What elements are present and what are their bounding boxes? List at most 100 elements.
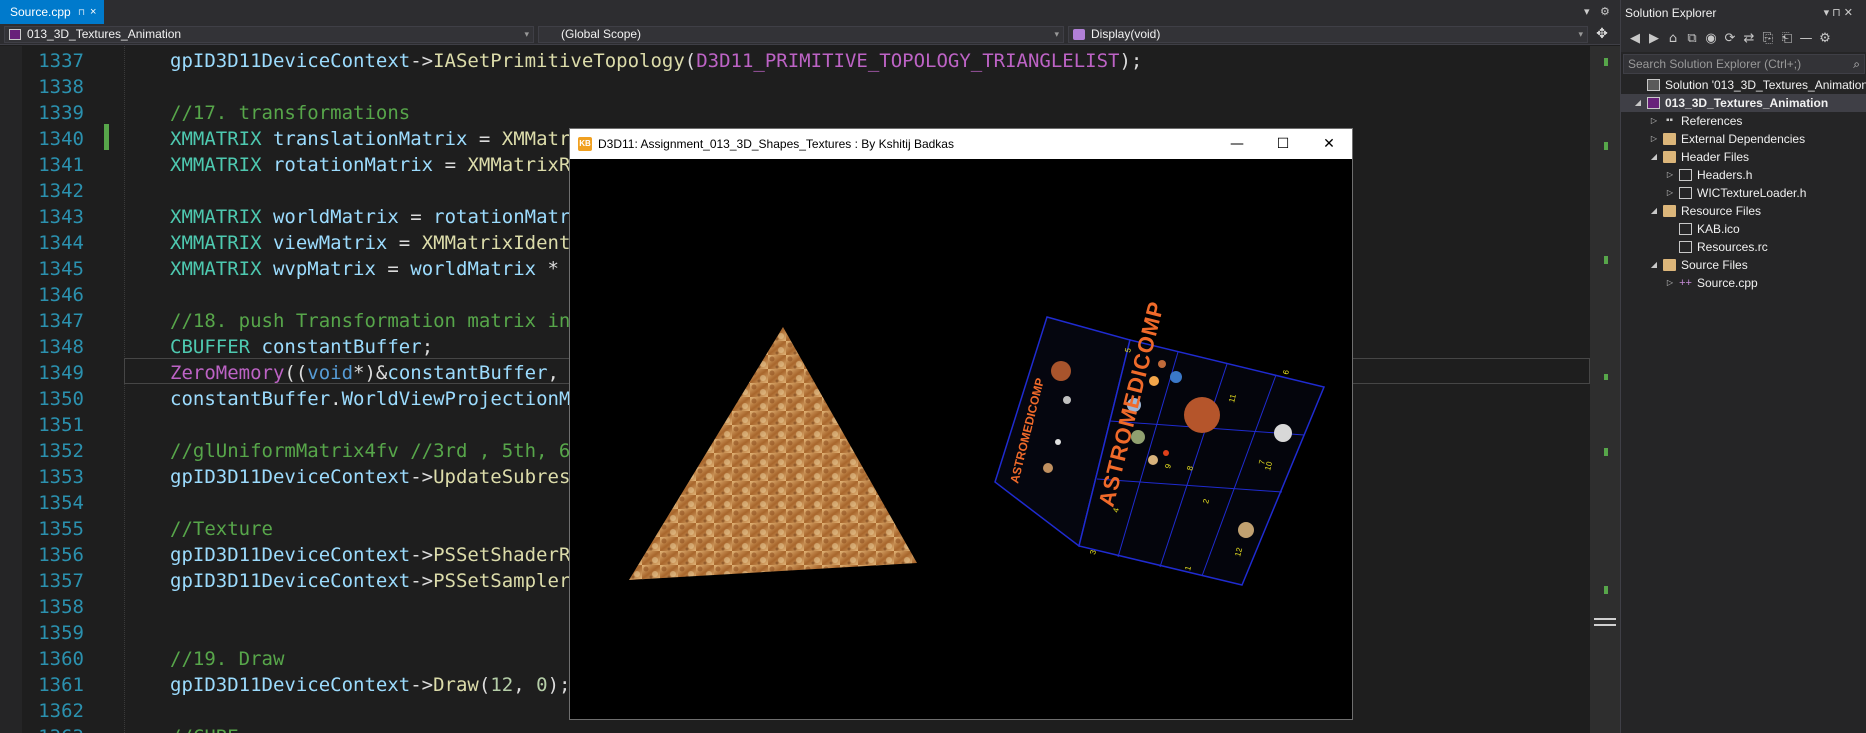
- settings-icon[interactable]: ⚙: [1600, 3, 1610, 21]
- folder-icon: [1663, 133, 1676, 145]
- line-number: 1339: [38, 102, 84, 124]
- code-token: gpID3D11DeviceContext: [170, 466, 411, 488]
- line-number: 1350: [38, 388, 84, 410]
- scroll-change-mark: [1604, 58, 1608, 66]
- pin-icon[interactable]: ⊓: [78, 0, 85, 24]
- expander-icon[interactable]: ▷: [1649, 130, 1659, 148]
- tree-item[interactable]: ▷ ++ Source.cpp: [1621, 274, 1866, 292]
- tree-item[interactable]: Resources.rc: [1621, 238, 1866, 256]
- tree-item[interactable]: ▷ Headers.h: [1621, 166, 1866, 184]
- toolbar-icon[interactable]: ⚙: [1817, 31, 1833, 47]
- toolbar-icon[interactable]: ⟳: [1722, 31, 1738, 47]
- toolbar-icon[interactable]: ⇄: [1741, 31, 1757, 47]
- scroll-change-mark: [1604, 256, 1608, 264]
- tree-item[interactable]: ▷ WICTextureLoader.h: [1621, 184, 1866, 202]
- expander-icon[interactable]: ◢: [1649, 202, 1659, 220]
- toolbar-icon[interactable]: ⎗: [1779, 31, 1795, 47]
- code-token: CBUFFER: [170, 336, 251, 358]
- toolbar-icon[interactable]: ⎘: [1760, 31, 1776, 47]
- render-canvas[interactable]: ASTROMEDICOMP ASTROMEDICOMP 1 2 3 4 5 6 7 8 9 10 1…: [570, 159, 1352, 719]
- toolbar-icon[interactable]: ◉: [1703, 31, 1719, 47]
- scope-dropdown-value: (Global Scope): [561, 27, 642, 41]
- code-token: Draw: [433, 674, 479, 696]
- folder-icon: [1663, 205, 1676, 217]
- tree-item[interactable]: KAB.ico: [1621, 220, 1866, 238]
- code-line[interactable]: 1338: [0, 74, 1590, 100]
- navigation-bar: 013_3D_Textures_Animation ▾ (Global Scop…: [0, 24, 1620, 45]
- line-number: 1355: [38, 518, 84, 540]
- code-token: XMMATRIX: [170, 232, 262, 254]
- toolbar-icon[interactable]: ◀: [1627, 31, 1643, 47]
- toolbar-icon[interactable]: ⧉: [1684, 31, 1700, 47]
- cpp-icon: ++: [1679, 277, 1692, 289]
- tree-item-label: References: [1681, 114, 1743, 128]
- solution-explorer-panel: Solution Explorer ▾ ⊓ ✕ ◀ ▶ ⌂ ⧉ ◉ ⟳ ⇄ ⎘ ⎗ — ⚙ Sear…: [1620, 0, 1866, 733]
- close-icon[interactable]: ×: [90, 0, 96, 24]
- app-icon[interactable]: KB: [578, 137, 592, 151]
- tree-item[interactable]: ◢ 013_3D_Textures_Animation: [1621, 94, 1866, 112]
- line-number: 1352: [38, 440, 84, 462]
- d3d-app-window[interactable]: KB D3D11: Assignment_013_3D_Shapes_Textu…: [569, 128, 1353, 720]
- code-token: ->: [410, 674, 434, 696]
- line-number: 1351: [38, 414, 84, 436]
- toolbar-icon[interactable]: ▶: [1646, 31, 1662, 47]
- tree-item[interactable]: Solution '013_3D_Textures_Animation' (1: [1621, 76, 1866, 94]
- panel-controls-icon[interactable]: ▾ ⊓ ✕: [1824, 0, 1853, 26]
- tree-item[interactable]: ▷ ▪▪ References: [1621, 112, 1866, 130]
- code-token: constantBuffer: [170, 388, 331, 410]
- expander-icon[interactable]: ▷: [1665, 166, 1675, 184]
- expander-icon[interactable]: ▷: [1665, 274, 1675, 292]
- maximize-button[interactable]: ☐: [1260, 129, 1306, 159]
- scroll-change-mark: [1604, 586, 1608, 594]
- tab-list-dropdown-icon[interactable]: ▾: [1584, 3, 1590, 21]
- project-dropdown[interactable]: 013_3D_Textures_Animation ▾: [4, 26, 534, 43]
- minimize-button[interactable]: —: [1214, 129, 1260, 159]
- expander-icon[interactable]: ◢: [1649, 148, 1659, 166]
- code-line[interactable]: 1337 gpID3D11DeviceContext->IASetPrimitiv…: [0, 48, 1590, 74]
- scroll-change-mark: [1604, 448, 1608, 456]
- code-token: ,: [513, 674, 537, 696]
- line-number: 1340: [38, 128, 84, 150]
- split-editor-icon[interactable]: ✥: [1592, 26, 1612, 44]
- proj-icon: [1647, 97, 1660, 109]
- tree-item[interactable]: ◢ Header Files: [1621, 148, 1866, 166]
- code-token: rotationMatrix: [272, 154, 434, 176]
- solution-explorer-title-bar: Solution Explorer ▾ ⊓ ✕: [1621, 0, 1866, 26]
- code-text: //glUniformMatrix4fv //3rd , 5th, 6th: [170, 438, 593, 464]
- code-token: XMMATRIX: [170, 154, 262, 176]
- tree-item[interactable]: ◢ Resource Files: [1621, 202, 1866, 220]
- search-icon[interactable]: ⌕: [1853, 55, 1860, 73]
- code-token: .: [330, 388, 342, 410]
- member-dropdown[interactable]: Display(void) ▾: [1068, 26, 1588, 43]
- scope-dropdown[interactable]: (Global Scope) ▾: [538, 26, 1064, 43]
- toolbar-icon[interactable]: —: [1798, 31, 1814, 47]
- tree-item-label: KAB.ico: [1697, 222, 1740, 236]
- close-button[interactable]: ✕: [1306, 129, 1352, 159]
- expander-icon[interactable]: ▷: [1665, 184, 1675, 202]
- chevron-down-icon: ▾: [524, 29, 529, 39]
- chevron-down-icon: ▾: [1054, 29, 1059, 39]
- code-token: );: [547, 674, 571, 696]
- folder-icon: [1663, 151, 1676, 163]
- tab-source-cpp[interactable]: Source.cpp ⊓ ×: [0, 0, 104, 24]
- code-token: gpID3D11DeviceContext: [170, 544, 411, 566]
- tree-item[interactable]: ▷ External Dependencies: [1621, 130, 1866, 148]
- solution-search-input[interactable]: Search Solution Explorer (Ctrl+;) ⌕: [1623, 54, 1865, 74]
- line-number: 1362: [38, 700, 84, 722]
- vertical-scrollbar[interactable]: [1590, 46, 1620, 733]
- sol-icon: [1647, 79, 1660, 91]
- scroll-position-marker: [1594, 618, 1616, 620]
- toolbar-icon[interactable]: ⌂: [1665, 31, 1681, 47]
- line-number: 1357: [38, 570, 84, 592]
- line-number: 1347: [38, 310, 84, 332]
- expander-icon[interactable]: ▷: [1649, 112, 1659, 130]
- window-title-bar[interactable]: KB D3D11: Assignment_013_3D_Shapes_Textu…: [570, 129, 1352, 159]
- tree-item[interactable]: ◢ Source Files: [1621, 256, 1866, 274]
- expander-icon[interactable]: ◢: [1633, 94, 1643, 112]
- line-number: 1344: [38, 232, 84, 254]
- code-line[interactable]: 1363 //CUBE: [0, 724, 1590, 733]
- code-line[interactable]: 1339 //17. transformations: [0, 100, 1590, 126]
- expander-icon[interactable]: ◢: [1649, 256, 1659, 274]
- tree-item-label: Header Files: [1681, 150, 1750, 164]
